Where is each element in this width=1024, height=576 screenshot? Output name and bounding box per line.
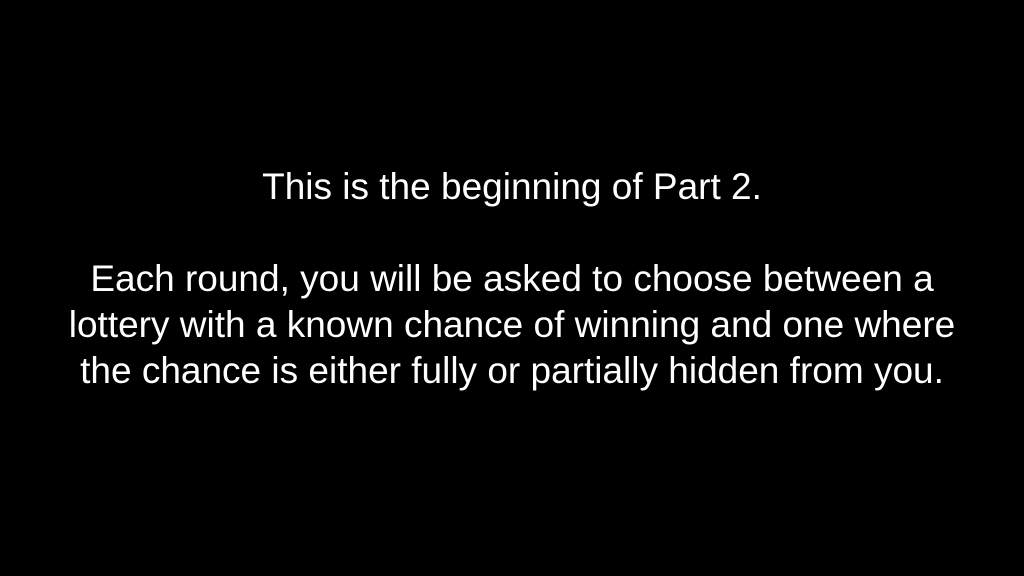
instruction-text-block: This is the beginning of Part 2. Each ro… — [50, 164, 974, 394]
instruction-body: Each round, you will be asked to choose … — [68, 258, 956, 391]
instruction-screen: This is the beginning of Part 2. Each ro… — [0, 0, 1024, 576]
part-heading: This is the beginning of Part 2. — [262, 166, 762, 207]
